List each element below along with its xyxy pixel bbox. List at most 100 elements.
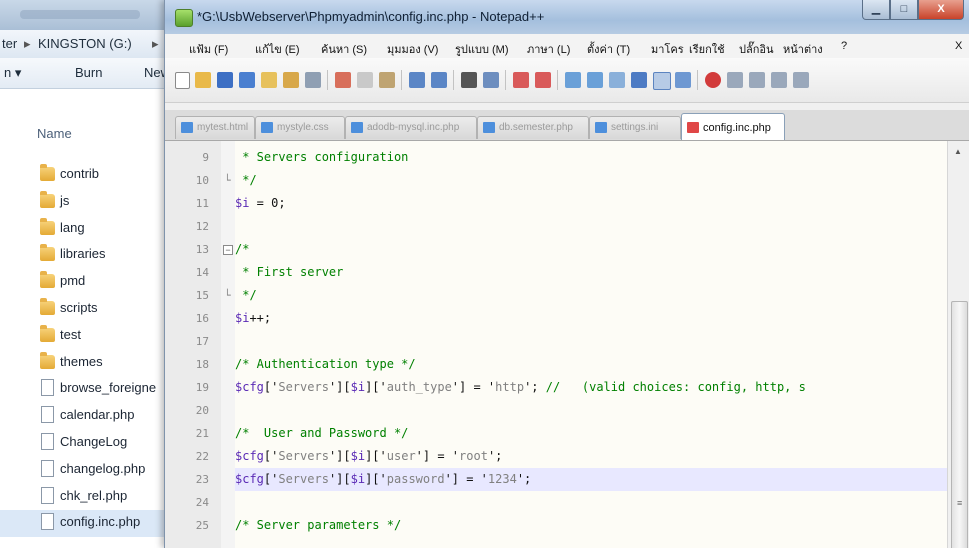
scroll-up-arrow-icon[interactable]: ▲ [954, 147, 962, 156]
undo-icon[interactable] [409, 72, 425, 88]
notepad-app-icon[interactable] [175, 9, 193, 27]
tab-mystyle-css[interactable]: mystyle.css [255, 116, 345, 139]
close-button[interactable]: X [918, 0, 964, 20]
code-line[interactable]: $i++; [235, 307, 948, 330]
save-icon[interactable] [217, 72, 233, 88]
vertical-scrollbar[interactable]: ▲ ≡ [947, 141, 969, 548]
replace-icon[interactable] [483, 72, 499, 88]
menu-settings[interactable]: ตั้งค่า (T) [587, 40, 630, 58]
burn-button[interactable]: Burn [75, 65, 102, 80]
explorer-titlebar[interactable] [0, 0, 190, 30]
file-item[interactable]: browse_foreigne [0, 376, 190, 403]
new-file-icon[interactable] [175, 72, 190, 89]
save-macro-icon[interactable] [793, 72, 809, 88]
folder-item[interactable]: libraries [0, 242, 190, 269]
save-all-icon[interactable] [239, 72, 255, 88]
print-icon[interactable] [305, 72, 321, 88]
folder-item[interactable]: test [0, 323, 190, 350]
redo-icon[interactable] [431, 72, 447, 88]
menu-file[interactable]: แฟ้ม (F) [189, 40, 228, 58]
code-token: $cfg [235, 380, 264, 394]
close-all-icon[interactable] [283, 72, 299, 88]
tab-db-semester[interactable]: db.semester.php [477, 116, 589, 139]
menu-language[interactable]: ภาษา (L) [527, 40, 570, 58]
paste-icon[interactable] [379, 72, 395, 88]
stop-macro-icon[interactable] [727, 72, 743, 88]
file-item[interactable]: ChangeLog [0, 430, 190, 457]
indent-guide-icon[interactable] [653, 72, 671, 90]
current-code-line[interactable]: $cfg['Servers'][$i]['password'] = '1234'… [235, 468, 948, 491]
code-line[interactable]: /* Server parameters */ [235, 514, 948, 537]
code-line[interactable]: $i = 0; [235, 192, 948, 215]
code-line[interactable] [235, 215, 948, 238]
folder-item[interactable]: lang [0, 216, 190, 243]
breadcrumb-chevron-icon[interactable]: ▸ [152, 36, 159, 52]
tab-config-inc-php[interactable]: config.inc.php [681, 113, 785, 140]
file-item[interactable]: calendar.php [0, 403, 190, 430]
word-wrap-icon[interactable] [609, 72, 625, 88]
menu-search[interactable]: ค้นหา (S) [321, 40, 367, 58]
zoom-out-icon[interactable] [535, 72, 551, 88]
code-line[interactable] [235, 399, 948, 422]
menu-edit[interactable]: แก้ไข (E) [255, 40, 300, 58]
column-header-name[interactable]: Name [0, 122, 165, 144]
code-line[interactable]: */ [235, 169, 948, 192]
code-line[interactable] [235, 330, 948, 353]
code-line[interactable] [235, 491, 948, 514]
file-item[interactable]: config.inc.php [0, 510, 190, 538]
sync-horizontal-icon[interactable] [587, 72, 603, 88]
folder-item[interactable]: scripts [0, 296, 190, 323]
play-macro-icon[interactable] [749, 72, 765, 88]
menu-help[interactable]: ? [841, 40, 847, 52]
menu-format[interactable]: รูปแบบ (M) [455, 40, 509, 58]
notepad-titlebar[interactable]: *G:\UsbWebserver\Phpmyadmin\config.inc.p… [165, 0, 969, 34]
tab-settings-ini[interactable]: settings.ini [589, 116, 681, 139]
menu-view[interactable]: มุมมอง (V) [387, 40, 438, 58]
code-editor[interactable]: 9 10 11 12 13 14 15 16 17 18 19 20 21 22 23 24 25 └ − └ * … [165, 141, 969, 548]
show-all-chars-icon[interactable] [631, 72, 647, 88]
menu-close-doc[interactable]: X [955, 40, 962, 52]
code-line[interactable]: */ [235, 284, 948, 307]
menu-run[interactable]: เรียกใช้ [689, 40, 725, 58]
maximize-button[interactable]: □ [890, 0, 918, 20]
line-number: 21 [195, 427, 209, 440]
code-line[interactable]: * First server [235, 261, 948, 284]
copy-icon[interactable] [357, 72, 373, 88]
tab-mytest-html[interactable]: mytest.html [175, 116, 255, 139]
folder-item[interactable]: pmd [0, 269, 190, 296]
folder-item[interactable]: themes [0, 350, 190, 377]
scrollbar-thumb[interactable] [951, 301, 968, 548]
cut-icon[interactable] [335, 72, 351, 88]
tab-adodb-mysql[interactable]: adodb-mysql.inc.php [345, 116, 477, 139]
code-line[interactable]: /* [235, 238, 948, 261]
folder-icon [40, 324, 55, 342]
menu-macro[interactable]: มาโคร [651, 40, 684, 58]
code-line[interactable]: * Servers configuration [235, 146, 948, 169]
sync-vertical-icon[interactable] [565, 72, 581, 88]
fold-toggle-icon[interactable]: − [223, 245, 233, 255]
file-item[interactable]: changelog.php [0, 457, 190, 484]
organize-button[interactable]: n ▾ [4, 65, 21, 81]
file-item[interactable]: chk_rel.php [0, 484, 190, 511]
open-folder-icon[interactable] [195, 72, 211, 88]
record-macro-icon[interactable] [705, 72, 721, 88]
run-macro-multiple-icon[interactable] [771, 72, 787, 88]
code-line[interactable]: /* User and Password */ [235, 422, 948, 445]
menu-plugins[interactable]: ปลั๊กอิน [739, 40, 774, 58]
code-line[interactable]: /* Authentication type */ [235, 353, 948, 376]
folder-item[interactable]: js [0, 189, 190, 216]
address-bar[interactable]: ter ▸ KINGSTON (G:) ▸ [0, 30, 190, 59]
close-file-icon[interactable] [261, 72, 277, 88]
code-line[interactable]: $cfg['Servers'][$i]['auth_type'] = 'http… [235, 376, 948, 399]
breadcrumb-drive[interactable]: KINGSTON (G:) [38, 36, 132, 51]
code-area[interactable]: * Servers configuration */ $i = 0; /* * Fi… [235, 141, 948, 548]
doc-map-icon[interactable] [675, 72, 691, 88]
minimize-button[interactable]: ▁ [862, 0, 890, 20]
zoom-in-icon[interactable] [513, 72, 529, 88]
fold-margin[interactable]: └ − └ [221, 141, 235, 548]
code-line[interactable]: $cfg['Servers'][$i]['user'] = 'root'; [235, 445, 948, 468]
menu-window[interactable]: หน้าต่าง [783, 40, 823, 58]
item-label: lang [60, 219, 85, 235]
find-icon[interactable] [461, 72, 477, 88]
folder-item[interactable]: contrib [0, 162, 190, 189]
